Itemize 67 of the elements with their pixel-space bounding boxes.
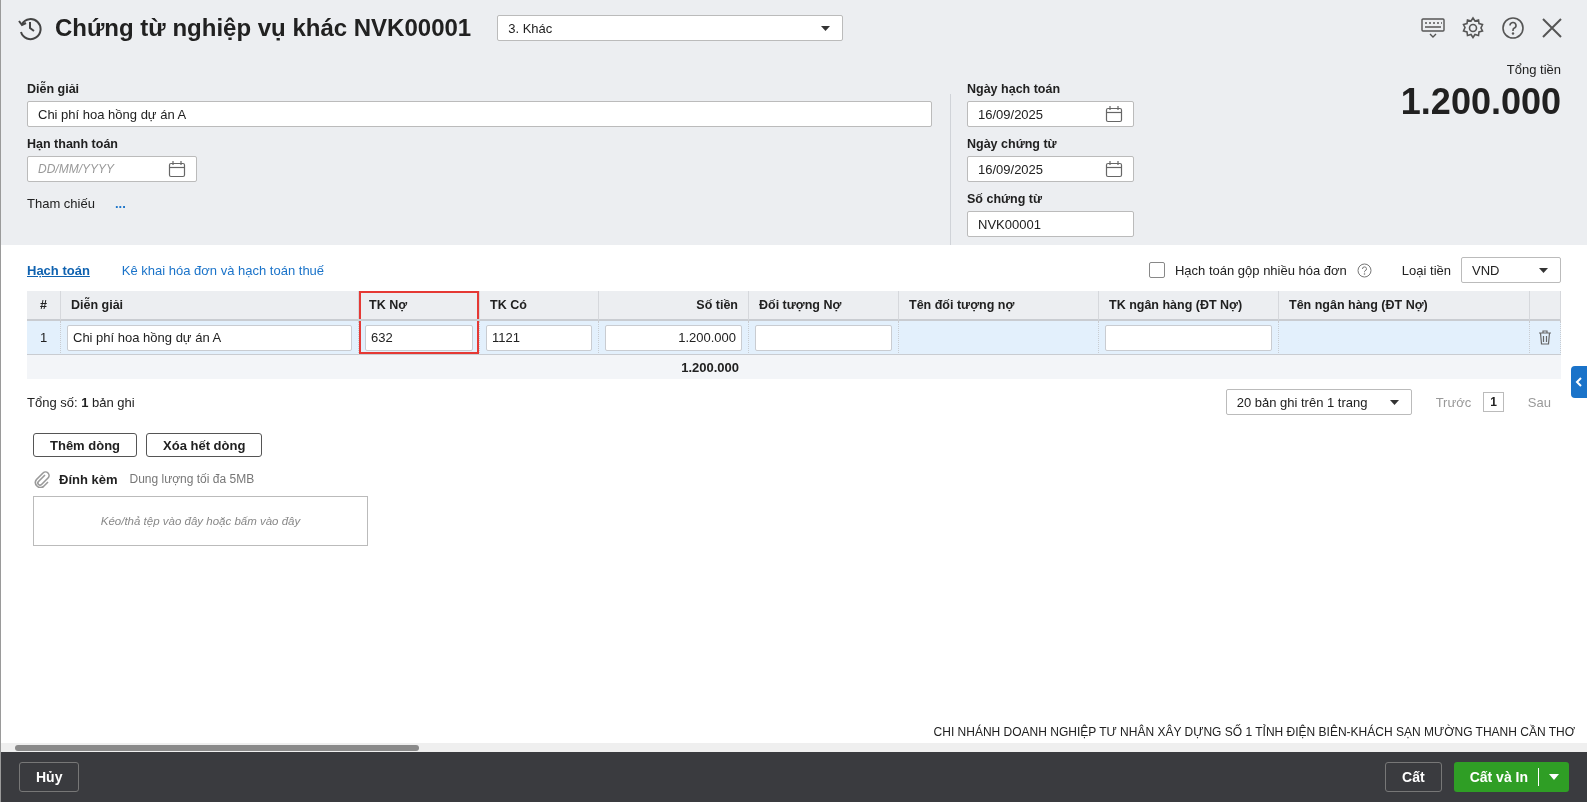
column-header: TK Có [480, 291, 599, 321]
attachment-label: Đính kèm [59, 471, 118, 487]
close-icon[interactable] [1541, 17, 1563, 39]
page-number[interactable]: 1 [1483, 392, 1504, 412]
company-name: CHI NHÁNH DOANH NGHIỆP TƯ NHÂN XÂY DỰNG SỐ 1 TỈNH ĐIỆN BIÊN-KHÁCH SẠN MƯỜNG THANH CẦN THƠ [933, 725, 1575, 739]
voucher-date-field[interactable]: 16/09/2025 [967, 156, 1134, 182]
field-label: Diễn giải [27, 82, 80, 96]
record-count: Tổng số: 1 bản ghi [27, 394, 135, 410]
tab[interactable]: Kê khai hóa đơn và hạch toán thuế [121, 262, 325, 278]
total-amount: 1.200.000 [1400, 81, 1561, 123]
column-header: TK Nợ [359, 291, 480, 321]
field-label: Ngày hạch toán [967, 82, 1061, 96]
voucher-type-dropdown[interactable]: 3. Khác [497, 15, 844, 41]
table-input-field[interactable]: Chi phí hoa hồng dự án A [67, 324, 352, 351]
posting-date-field[interactable]: 16/09/2025 [967, 101, 1134, 127]
field-label: Hạn thanh toán [27, 137, 118, 151]
table-input-field[interactable] [755, 324, 892, 351]
reference-link[interactable]: ... [114, 196, 126, 211]
checkbox-label: Hạch toán gộp nhiều hóa đơn [1174, 262, 1347, 278]
keyboard-icon[interactable] [1421, 16, 1445, 40]
chevron-left-icon [1575, 377, 1583, 387]
help-icon[interactable] [1356, 262, 1372, 278]
attachment-hint: Dung lượng tối đa 5MB [129, 472, 255, 486]
checkbox[interactable] [1148, 262, 1165, 278]
window-title: Chứng từ nghiệp vụ khác NVK00001 [55, 14, 472, 42]
caret-icon [1389, 399, 1399, 405]
column-header: TK ngân hàng (ĐT Nợ) [1099, 291, 1279, 321]
caret-icon [1539, 267, 1548, 273]
history-icon [17, 15, 43, 41]
trash-icon[interactable] [1538, 330, 1552, 345]
column-header: Tên đối tượng nợ [899, 291, 1099, 321]
reference-label: Tham chiếu [27, 196, 95, 211]
calendar-icon [168, 160, 186, 178]
field-label: Số chứng từ [967, 192, 1043, 206]
tab[interactable]: Hạch toán [27, 262, 90, 278]
column-total: 1.200.000 [680, 358, 740, 377]
table-input-field[interactable] [1105, 324, 1272, 351]
table-input-field[interactable]: 632 [365, 324, 473, 351]
calendar-icon [1105, 105, 1123, 123]
total-label: Tổng tiền [1506, 62, 1561, 77]
row-number-cell: 1 [27, 321, 61, 355]
caret-icon [1549, 774, 1559, 780]
voucher-number-field[interactable]: NVK00001 [967, 211, 1134, 237]
scrollbar-thumb[interactable] [15, 744, 419, 751]
settings-icon[interactable] [1461, 16, 1485, 40]
row-action-button[interactable]: Xóa hết dòng [146, 433, 263, 457]
column-header: # [27, 291, 61, 321]
row-action-button[interactable]: Thêm dòng [33, 433, 138, 457]
help-icon[interactable] [1501, 16, 1525, 40]
column-header: Số tiền [599, 291, 749, 321]
file-drop-zone[interactable]: Kéo/thả tệp vào đây hoặc bấm vào đây [33, 496, 368, 546]
column-header: Tên ngân hàng (ĐT Nợ) [1279, 291, 1530, 321]
field-label: Ngày chứng từ [967, 137, 1057, 151]
currency-dropdown[interactable]: VND [1461, 257, 1561, 283]
currency-label: Loại tiền [1401, 262, 1451, 278]
caret-icon [821, 25, 831, 31]
table-input-field[interactable]: 1121 [486, 324, 592, 351]
column-header: Đối tượng Nợ [749, 291, 899, 321]
calendar-icon [1105, 160, 1123, 178]
cancel-button[interactable]: Hủy [19, 762, 80, 792]
table-input-field[interactable]: 1.200.000 [605, 324, 742, 351]
save-button[interactable]: Cất [1385, 762, 1442, 792]
column-header: Diễn giải [61, 291, 359, 321]
paperclip-icon [33, 470, 51, 488]
description-field[interactable]: Chi phí hoa hồng dự án A [27, 101, 932, 127]
page-size-dropdown[interactable]: 20 bản ghi trên 1 trang [1225, 389, 1412, 415]
side-panel-toggle[interactable] [1571, 366, 1587, 398]
